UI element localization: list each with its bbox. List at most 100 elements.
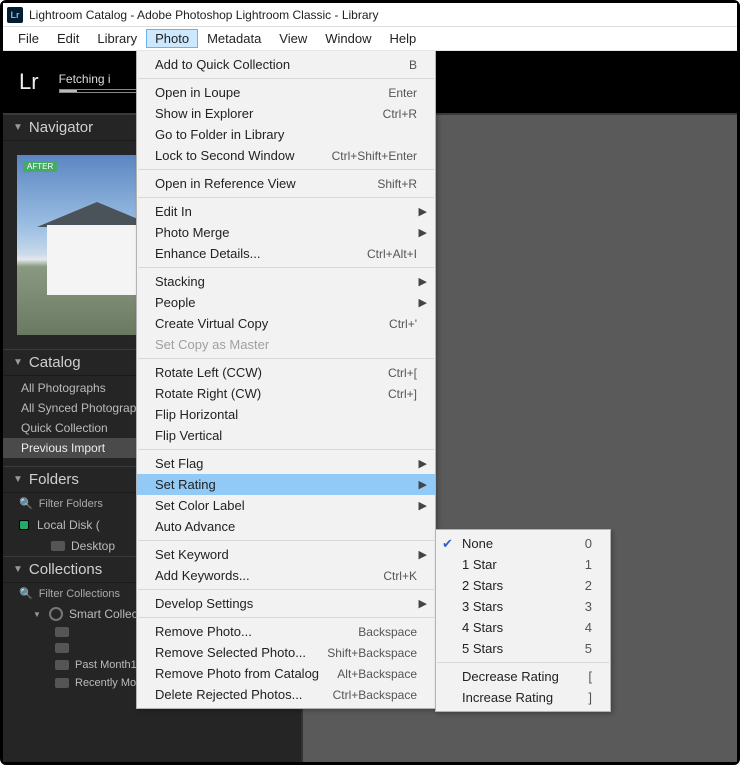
menu-item[interactable]: Stacking▶ <box>137 271 435 292</box>
submenu-arrow-icon: ▶ <box>419 499 427 512</box>
menu-item[interactable]: Show in ExplorerCtrl+R <box>137 103 435 124</box>
rating-action-shortcut: [ <box>588 669 598 684</box>
menu-item[interactable]: Enhance Details... Ctrl+Alt+I <box>137 243 435 264</box>
rating-action[interactable]: Increase Rating] <box>436 687 610 708</box>
menu-item-label: Edit In <box>155 204 417 219</box>
menu-item-shortcut: Ctrl+Backspace <box>333 688 417 702</box>
app-window: Lr Lightroom Catalog - Adobe Photoshop L… <box>0 0 740 765</box>
after-badge: AFTER <box>23 161 57 172</box>
rating-option[interactable]: 4 Stars4 <box>436 617 610 638</box>
menu-item[interactable]: Set Keyword▶ <box>137 544 435 565</box>
rating-option[interactable]: 5 Stars5 <box>436 638 610 659</box>
menu-separator <box>138 617 434 618</box>
rating-action-label: Decrease Rating <box>462 669 559 684</box>
menubar-item-window[interactable]: Window <box>316 29 380 48</box>
submenu-arrow-icon: ▶ <box>419 296 427 309</box>
menu-item-label: Set Keyword <box>155 547 417 562</box>
menu-item[interactable]: Add Keywords...Ctrl+K <box>137 565 435 586</box>
rating-shortcut: 3 <box>585 599 598 614</box>
menubar-item-view[interactable]: View <box>270 29 316 48</box>
menubar-item-library[interactable]: Library <box>88 29 146 48</box>
menubar-item-help[interactable]: Help <box>381 29 426 48</box>
smart-item-label: Past Month <box>75 659 131 671</box>
set-rating-submenu: ✔None01 Star12 Stars23 Stars34 Stars45 S… <box>435 529 611 712</box>
menu-item-label: Set Copy as Master <box>155 337 417 352</box>
menu-item-label: Add to Quick Collection <box>155 57 395 72</box>
menu-item[interactable]: Delete Rejected Photos...Ctrl+Backspace <box>137 684 435 705</box>
search-icon: 🔍 <box>19 497 33 510</box>
submenu-arrow-icon: ▶ <box>419 275 427 288</box>
menu-item-label: Develop Settings <box>155 596 417 611</box>
submenu-arrow-icon: ▶ <box>419 478 427 491</box>
menu-item-shortcut: Backspace <box>358 625 417 639</box>
check-icon: ✔ <box>442 536 453 552</box>
menu-item-label: Open in Loupe <box>155 85 374 100</box>
rating-action-shortcut: ] <box>588 690 598 705</box>
menu-item[interactable]: Auto Advance <box>137 516 435 537</box>
menu-item[interactable]: Edit In▶ <box>137 201 435 222</box>
menu-item-shortcut: Ctrl+Alt+I <box>367 247 417 261</box>
menubar-item-file[interactable]: File <box>9 29 48 48</box>
submenu-arrow-icon: ▶ <box>419 205 427 218</box>
menu-item-shortcut: Alt+Backspace <box>337 667 417 681</box>
menu-item-label: Remove Selected Photo... <box>155 645 313 660</box>
menu-item[interactable]: Flip Vertical <box>137 425 435 446</box>
menu-item[interactable]: Develop Settings▶ <box>137 593 435 614</box>
menu-item[interactable]: Add to Quick CollectionB <box>137 54 435 75</box>
menu-item[interactable]: Rotate Right (CW)Ctrl+] <box>137 383 435 404</box>
menu-item[interactable]: Lock to Second WindowCtrl+Shift+Enter <box>137 145 435 166</box>
menu-item[interactable]: Create Virtual CopyCtrl+' <box>137 313 435 334</box>
menubar-item-edit[interactable]: Edit <box>48 29 88 48</box>
menu-separator <box>437 662 609 663</box>
drive-status-led-icon <box>19 520 29 530</box>
menu-item[interactable]: People▶ <box>137 292 435 313</box>
menu-item[interactable]: Open in Reference ViewShift+R <box>137 173 435 194</box>
disclosure-down-icon: ▼ <box>13 474 23 485</box>
menu-item-label: Rotate Left (CCW) <box>155 365 374 380</box>
menubar-item-metadata[interactable]: Metadata <box>198 29 270 48</box>
menu-separator <box>138 267 434 268</box>
menu-separator <box>138 78 434 79</box>
menu-separator <box>138 169 434 170</box>
menu-item-label: Lock to Second Window <box>155 148 318 163</box>
menu-item[interactable]: Set Color Label▶ <box>137 495 435 516</box>
menu-item-label: Set Rating <box>155 477 417 492</box>
rating-action[interactable]: Decrease Rating [ <box>436 666 610 687</box>
menu-item-label: Set Flag <box>155 456 417 471</box>
menu-item[interactable]: Flip Horizontal <box>137 404 435 425</box>
menu-item[interactable]: Go to Folder in Library <box>137 124 435 145</box>
submenu-arrow-icon: ▶ <box>419 548 427 561</box>
rating-label: 4 Stars <box>462 620 503 635</box>
menu-item[interactable]: Photo Merge▶ <box>137 222 435 243</box>
disclosure-down-icon: ▼ <box>33 610 43 619</box>
menu-item-label: Go to Folder in Library <box>155 127 417 142</box>
main-area: Lr Fetching i ▼ Navigator AFTER <box>3 51 737 762</box>
menu-item[interactable]: Remove Selected Photo...Shift+Backspace <box>137 642 435 663</box>
menu-item[interactable]: Set Rating▶ <box>137 474 435 495</box>
rating-option[interactable]: 2 Stars2 <box>436 575 610 596</box>
rating-option[interactable]: ✔None0 <box>436 533 610 554</box>
smart-collection-icon <box>55 643 69 653</box>
smart-collection-icon <box>55 678 69 688</box>
rating-option[interactable]: 3 Stars3 <box>436 596 610 617</box>
menu-item[interactable]: Remove Photo...Backspace <box>137 621 435 642</box>
menubar-item-photo[interactable]: Photo <box>146 29 198 48</box>
menu-item-shortcut: Ctrl+K <box>383 569 417 583</box>
menu-item[interactable]: Set Flag▶ <box>137 453 435 474</box>
rating-shortcut: 0 <box>585 536 598 551</box>
menu-item-label: People <box>155 295 417 310</box>
menu-item-shortcut: Ctrl+R <box>383 107 417 121</box>
menu-item[interactable]: Open in LoupeEnter <box>137 82 435 103</box>
menu-item-label: Enhance Details... <box>155 246 353 261</box>
menu-item[interactable]: Remove Photo from CatalogAlt+Backspace <box>137 663 435 684</box>
menu-item-label: Set Color Label <box>155 498 417 513</box>
rating-label: 2 Stars <box>462 578 503 593</box>
menu-item[interactable]: Rotate Left (CCW)Ctrl+[ <box>137 362 435 383</box>
rating-shortcut: 1 <box>585 557 598 572</box>
rating-option[interactable]: 1 Star1 <box>436 554 610 575</box>
submenu-arrow-icon: ▶ <box>419 457 427 470</box>
menu-item-label: Flip Horizontal <box>155 407 417 422</box>
menu-item-label: Stacking <box>155 274 417 289</box>
smart-collection-icon <box>55 627 69 637</box>
folder-icon <box>51 541 65 551</box>
